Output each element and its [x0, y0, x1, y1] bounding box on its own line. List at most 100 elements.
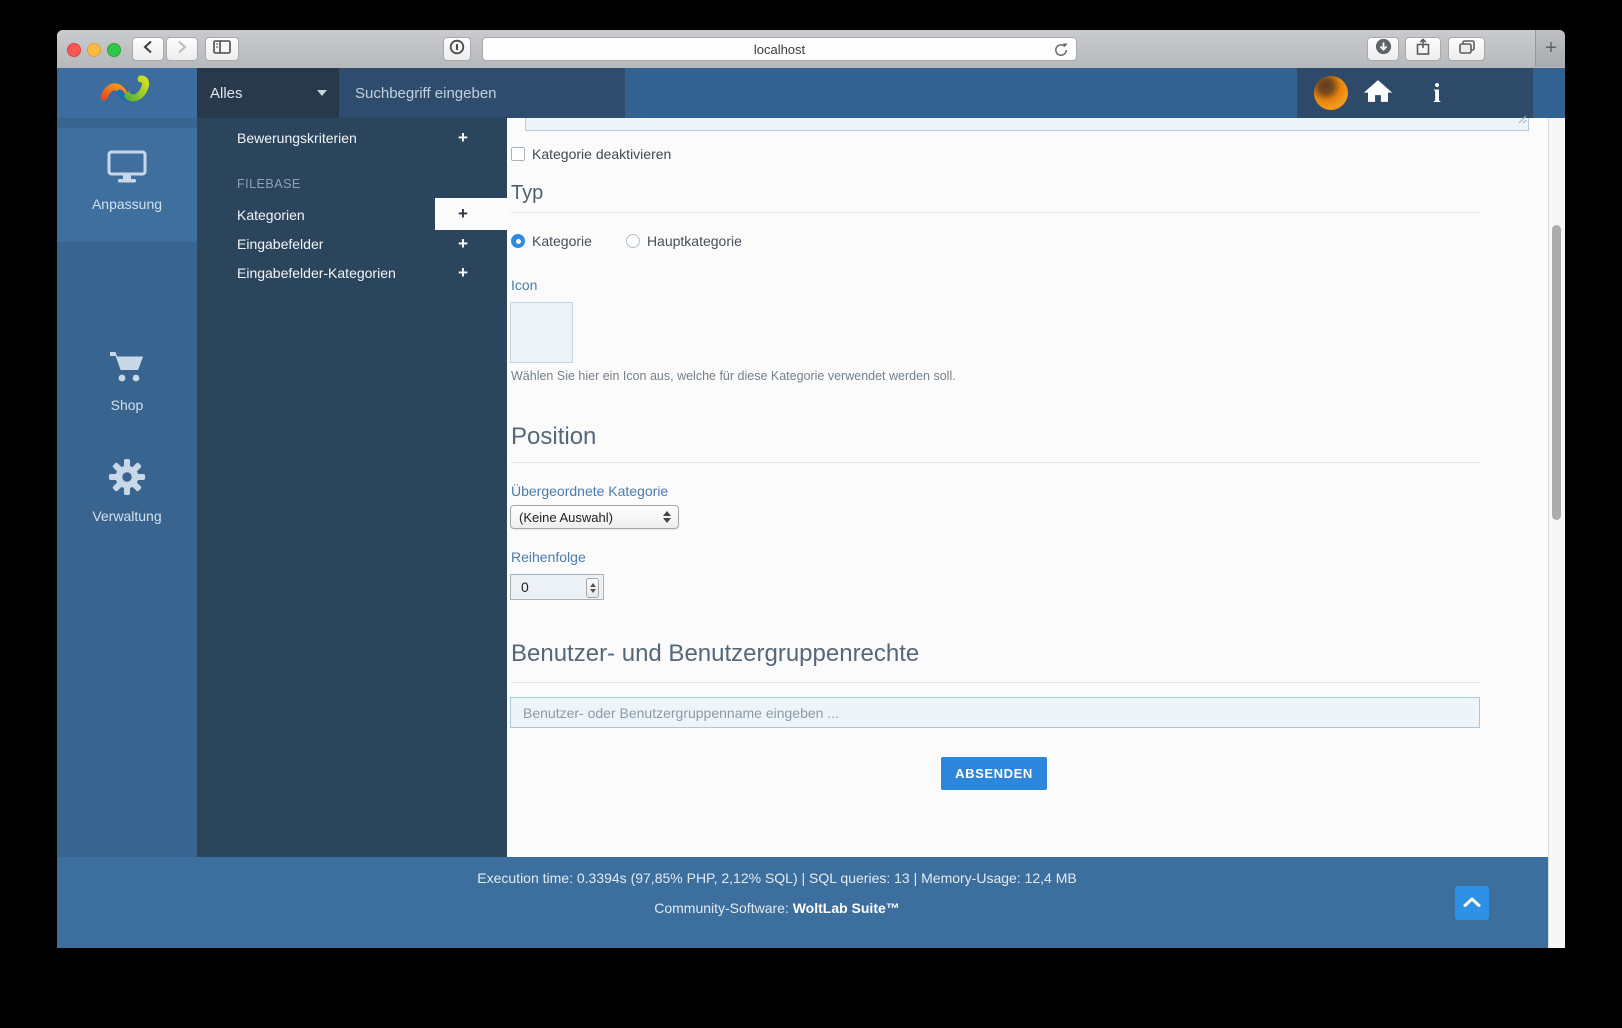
divider	[511, 462, 1480, 463]
chevron-down-icon	[317, 90, 327, 96]
stepper-icon[interactable]	[586, 578, 599, 598]
permissions-section-title: Benutzer- und Benutzergruppenrechte	[511, 640, 919, 668]
sidebar-item-verwaltung[interactable]: Verwaltung	[57, 458, 197, 524]
deactivate-checkbox-row: Kategorie deaktivieren	[511, 146, 671, 162]
sidebar-item-label: Eingabefelder	[237, 236, 323, 252]
sidebar-item-label: Anpassung	[92, 196, 162, 212]
position-section-title: Position	[511, 423, 596, 451]
chevron-up-icon	[1462, 895, 1482, 911]
add-icon[interactable]: +	[449, 229, 477, 258]
icon-picker-box[interactable]	[510, 302, 573, 363]
minimize-window-button[interactable]	[87, 43, 101, 57]
page-footer: Execution time: 0.3394s (97,85% PHP, 2,1…	[57, 857, 1565, 948]
permissions-field	[510, 697, 1480, 728]
forward-icon	[177, 40, 187, 59]
primary-sidebar: Anpassung Shop	[57, 118, 197, 857]
sidebar-item-label: Shop	[111, 397, 144, 413]
sidebar-item-shop[interactable]: Shop	[57, 349, 197, 413]
radio-kategorie[interactable]	[511, 234, 525, 248]
share-icon	[1415, 38, 1431, 61]
sidebar-item-anpassung[interactable]: Anpassung	[57, 128, 197, 242]
sidebar-item-eingabefelder-kategorien[interactable]: Eingabefelder-Kategorien +	[197, 258, 507, 287]
sidebar-item-label: Eingabefelder-Kategorien	[237, 265, 396, 281]
parent-category-label: Übergeordnete Kategorie	[511, 483, 668, 499]
zoom-window-button[interactable]	[107, 43, 121, 57]
main-content: Kategorie deaktivieren Typ Kategorie Hau…	[507, 118, 1548, 857]
order-input[interactable]	[519, 578, 583, 596]
share-button[interactable]	[1405, 37, 1441, 61]
typ-section-title: Typ	[511, 182, 543, 205]
order-label: Reihenfolge	[511, 549, 586, 565]
select-arrows-icon	[663, 511, 671, 523]
credit-prefix: Community-Software:	[654, 900, 792, 916]
divider	[511, 682, 1480, 683]
show-tabs-button[interactable]	[1448, 37, 1485, 61]
execution-stats: Execution time: 0.3394s (97,85% PHP, 2,1…	[57, 870, 1497, 886]
credit-line: Community-Software: WoltLab Suite™	[57, 900, 1497, 916]
home-icon	[1363, 78, 1393, 109]
sidebar-item-bewerungskriterien[interactable]: Bewerungskriterien +	[197, 123, 507, 152]
radio-kategorie-label: Kategorie	[532, 233, 592, 249]
radio-hauptkategorie-label: Hauptkategorie	[647, 233, 742, 249]
deactivate-checkbox[interactable]	[511, 147, 525, 161]
order-field	[510, 574, 604, 600]
scroll-to-top-button[interactable]	[1455, 886, 1489, 920]
forward-button[interactable]	[166, 37, 198, 61]
secondary-sidebar: Bewerungskriterien + FILEBASE Kategorien…	[197, 118, 507, 857]
info-icon: i	[1433, 80, 1441, 107]
monitor-icon	[106, 150, 148, 187]
radio-hauptkategorie[interactable]	[626, 234, 640, 248]
add-icon: +	[449, 199, 477, 228]
permissions-input[interactable]	[521, 704, 1455, 722]
info-button[interactable]: i	[1408, 80, 1466, 107]
sidebar-item-eingabefelder[interactable]: Eingabefelder +	[197, 229, 507, 258]
cart-icon	[108, 349, 146, 388]
sidebar-section-filebase: FILEBASE	[237, 177, 301, 191]
browser-toolbar: localhost +	[57, 30, 1565, 69]
search-scope-value: Alles	[210, 85, 243, 102]
browser-window: localhost +	[57, 30, 1565, 948]
reload-icon[interactable]	[1053, 42, 1069, 61]
sidebar-item-label: Kategorien	[237, 207, 305, 223]
search-field-block	[339, 68, 625, 118]
user-menu-block: i	[1297, 68, 1533, 118]
app-header: Alles i	[57, 68, 1565, 118]
sidebar-toggle-button[interactable]	[205, 37, 239, 61]
sidebar-item-label: Bewerungskriterien	[237, 130, 357, 146]
submit-button[interactable]: ABSENDEN	[941, 757, 1047, 790]
sidebar-toggle-icon	[213, 40, 231, 59]
back-icon	[143, 40, 153, 59]
sidebar-item-label: Verwaltung	[92, 508, 161, 524]
url-text: localhost	[754, 42, 805, 57]
resize-grip-icon[interactable]	[1517, 111, 1527, 129]
downloads-button[interactable]	[1367, 37, 1399, 61]
description-textarea[interactable]	[525, 118, 1529, 131]
icon-field-label: Icon	[511, 277, 537, 293]
parent-category-select[interactable]: (Keine Auswahl)	[510, 505, 679, 529]
add-icon[interactable]: +	[449, 123, 477, 152]
search-scope-dropdown[interactable]: Alles	[197, 68, 339, 118]
page-scrollbar	[1548, 118, 1565, 948]
download-icon	[1375, 38, 1392, 60]
divider	[511, 212, 1480, 213]
deactivate-checkbox-label: Kategorie deaktivieren	[532, 146, 671, 162]
avatar[interactable]	[1314, 76, 1348, 110]
keyhole-icon	[449, 39, 465, 60]
scrollbar-thumb[interactable]	[1552, 225, 1561, 520]
address-bar[interactable]: localhost	[482, 37, 1077, 61]
icon-help-text: Wählen Sie hier ein Icon aus, welche für…	[511, 369, 956, 383]
woltlab-logo-icon	[98, 72, 156, 115]
plus-icon: +	[1545, 37, 1557, 60]
search-input[interactable]	[353, 84, 607, 103]
add-icon[interactable]: +	[449, 258, 477, 287]
close-window-button[interactable]	[67, 43, 81, 57]
onepassword-extension-button[interactable]	[443, 37, 471, 61]
logo-block[interactable]	[57, 68, 197, 118]
home-button[interactable]	[1348, 78, 1408, 109]
add-kategorie-button[interactable]: +	[435, 198, 507, 230]
back-button[interactable]	[132, 37, 164, 61]
gear-icon	[108, 458, 146, 499]
tabs-icon	[1458, 39, 1476, 60]
new-tab-button[interactable]: +	[1535, 30, 1565, 67]
credit-product: WoltLab Suite™	[793, 900, 900, 916]
